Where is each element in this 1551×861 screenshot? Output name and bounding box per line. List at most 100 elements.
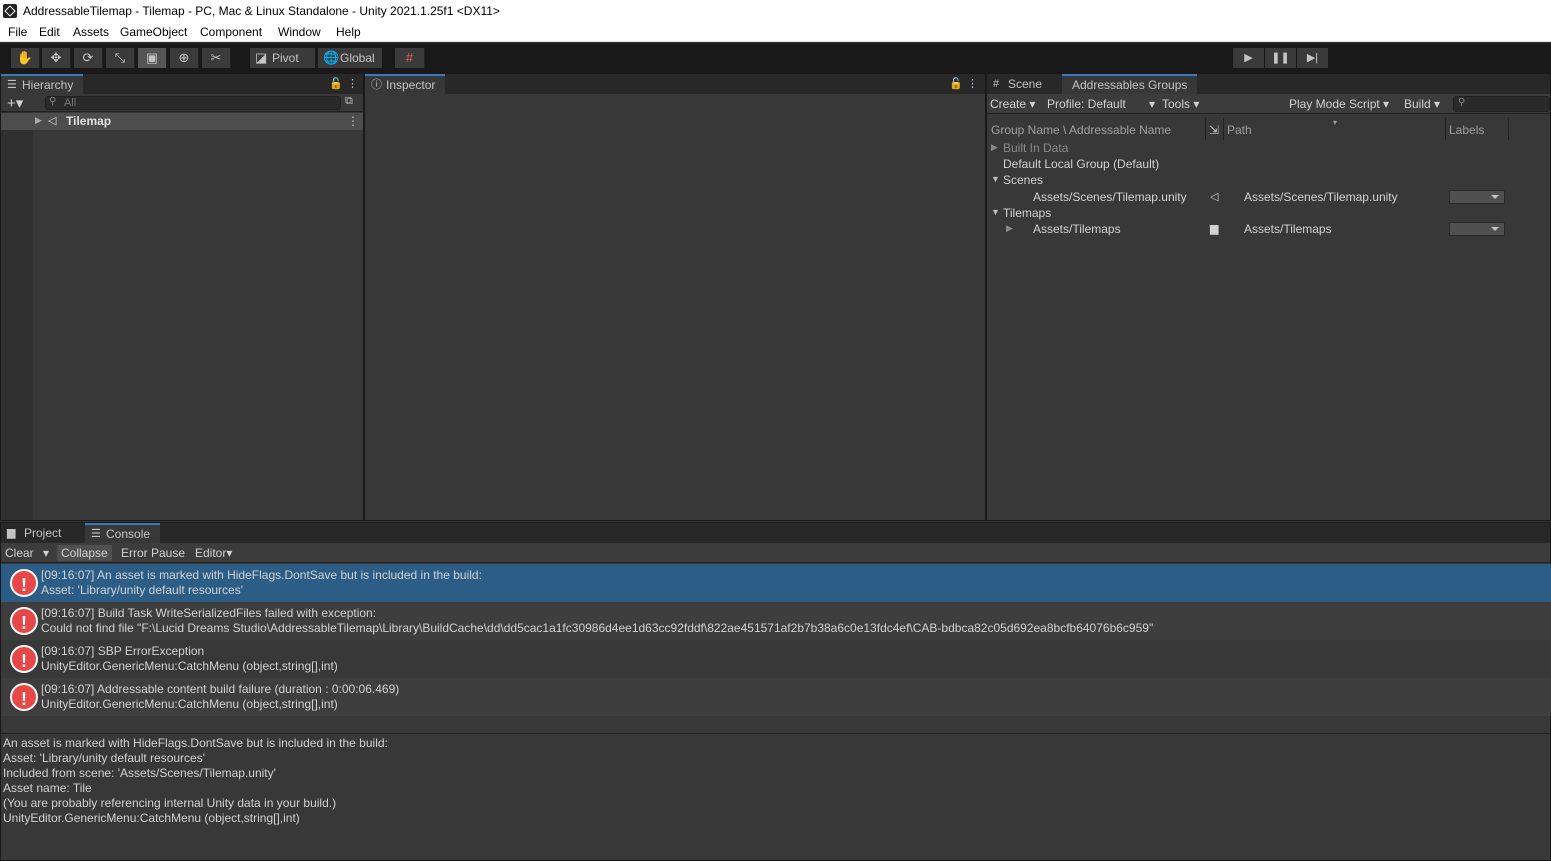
tab-inspector[interactable]: ⓘ Inspector (365, 74, 446, 94)
grid-icon: # (993, 78, 1000, 90)
grid-snap-icon[interactable]: # (395, 48, 425, 68)
tab-scene-label: Scene (1008, 77, 1043, 91)
log-line-1: [09:16:07] Addressable content build fai… (41, 682, 400, 696)
lock-icon[interactable]: 🔓 (949, 77, 963, 90)
window-title: AddressableTilemap - Tilemap - PC, Mac &… (23, 4, 500, 18)
pause-button[interactable]: ❚❚ (1265, 48, 1296, 68)
entry-row-tilemaps[interactable]: ▶ Assets/Tilemaps ▆ Assets/Tilemaps (987, 221, 1550, 238)
row-menu-icon[interactable]: ⋮ (347, 114, 359, 128)
menu-window[interactable]: Window (278, 25, 321, 39)
group-row-default-local[interactable]: Default Local Group (Default) (987, 156, 1550, 172)
log-entry[interactable]: ! [09:16:07] An asset is marked with Hid… (1, 564, 1551, 602)
menu-component[interactable]: Component (200, 25, 262, 39)
move-tool-icon[interactable]: ✥ (42, 48, 71, 68)
pivot-icon: ◪ (255, 50, 268, 65)
group-row-built-in-data[interactable]: ▶ Built In Data (987, 140, 1550, 156)
log-line-2: Asset: 'Library/unity default resources' (41, 583, 244, 597)
tools-dropdown[interactable]: Tools ▾ (1162, 96, 1199, 112)
tab-hierarchy[interactable]: ☰ Hierarchy (1, 74, 84, 94)
detail-line: Asset name: Tile (3, 781, 92, 795)
scene-icon: ◁ (1210, 191, 1219, 203)
column-path[interactable]: Path (1227, 123, 1252, 137)
tab-addressables-groups[interactable]: Addressables Groups (1062, 74, 1198, 94)
scale-tool-icon[interactable]: ⤡ (106, 48, 135, 68)
play-button[interactable]: ▶ (1233, 48, 1264, 68)
column-labels[interactable]: Labels (1449, 123, 1484, 137)
global-toggle[interactable]: 🌐 Global (318, 48, 382, 68)
rect-tool-icon[interactable]: ▣ (138, 48, 167, 68)
tab-project[interactable]: ▆ Project (1, 523, 71, 543)
profile-dropdown[interactable]: Profile: Default ▾ (1047, 96, 1155, 112)
labels-dropdown[interactable] (1449, 222, 1505, 236)
clear-options-dropdown[interactable]: ▾ (39, 545, 53, 561)
folder-icon: ▆ (1210, 223, 1219, 235)
log-entry[interactable]: ! [09:16:07] Addressable content build f… (1, 678, 1551, 716)
create-dropdown[interactable]: Create ▾ (990, 96, 1035, 112)
menu-gameobject[interactable]: GameObject (120, 25, 187, 39)
kebab-menu-icon[interactable]: ⋮ (347, 77, 358, 90)
inspector-tabstrip: ⓘ Inspector 🔓 ⋮ (365, 74, 985, 94)
transform-tool-icon[interactable]: ⊕ (170, 48, 199, 68)
pivot-toggle[interactable]: ◪ Pivot (250, 48, 315, 68)
tab-addressables-label: Addressables Groups (1072, 78, 1188, 92)
profile-label: Profile: Default (1047, 97, 1126, 111)
scene-visibility-icon[interactable]: ⧉ (345, 95, 353, 108)
title-bar: AddressableTilemap - Tilemap - PC, Mac &… (0, 0, 1551, 23)
console-icon: ☰ (91, 528, 101, 540)
collapse-toggle[interactable]: Collapse (57, 545, 112, 561)
detail-line: An asset is marked with HideFlags.DontSa… (3, 736, 388, 750)
log-line-1: [09:16:07] Build Task WriteSerializedFil… (41, 606, 377, 620)
custom-tool-icon[interactable]: ✂ (202, 48, 231, 68)
hierarchy-tabstrip: ☰ Hierarchy 🔓 ⋮ (1, 74, 363, 94)
error-icon: ! (10, 569, 38, 597)
play-mode-script-dropdown[interactable]: Play Mode Script ▾ (1289, 96, 1389, 112)
entry-path: Assets/Scenes/Tilemap.unity (1244, 190, 1398, 204)
expand-arrow-icon[interactable]: ▶ (1006, 223, 1013, 234)
entry-name: Assets/Scenes/Tilemap.unity (1033, 190, 1187, 204)
step-button[interactable]: ▶| (1297, 48, 1328, 68)
tab-hierarchy-label: Hierarchy (22, 78, 74, 92)
error-pause-toggle[interactable]: Error Pause (117, 545, 189, 561)
lock-icon[interactable]: 🔓 (329, 77, 343, 90)
entry-row-scene[interactable]: Assets/Scenes/Tilemap.unity ◁ Assets/Sce… (987, 189, 1550, 206)
log-entry[interactable]: ! [09:16:07] Build Task WriteSerializedF… (1, 602, 1551, 640)
addressables-search-input[interactable]: ⚲ (1453, 96, 1550, 112)
create-label: Create (990, 97, 1027, 111)
column-name[interactable]: Group Name \ Addressable Name (991, 123, 1171, 137)
tab-scene[interactable]: # Scene (987, 74, 1052, 94)
hand-tool-icon[interactable]: ✋ (11, 48, 40, 68)
menu-help[interactable]: Help (336, 25, 361, 39)
log-entry[interactable]: ! [09:16:07] SBP ErrorException UnityEdi… (1, 640, 1551, 678)
tab-console[interactable]: ☰ Console (85, 523, 161, 543)
add-icon[interactable]: +▾ (7, 94, 23, 112)
expand-arrow-icon[interactable]: ▼ (991, 207, 1000, 217)
clear-button[interactable]: Clear (1, 545, 38, 561)
info-icon: ⓘ (371, 79, 382, 91)
rotate-tool-icon[interactable]: ⟳ (74, 48, 103, 68)
editor-dropdown[interactable]: Editor▾ (191, 545, 236, 561)
group-row-scenes[interactable]: ▼ Scenes (987, 172, 1550, 188)
log-line-1: [09:16:07] An asset is marked with HideF… (41, 568, 482, 582)
build-dropdown[interactable]: Build ▾ (1404, 96, 1440, 112)
labels-dropdown[interactable] (1449, 190, 1505, 204)
menu-edit[interactable]: Edit (39, 25, 60, 39)
menu-file[interactable]: File (8, 25, 27, 39)
play-mode-label: Play Mode Script (1289, 97, 1380, 111)
hierarchy-search-input[interactable]: All (45, 96, 341, 110)
hierarchy-row-tilemap[interactable]: ▶ ◁ Tilemap ⋮ (1, 113, 363, 130)
search-placeholder: All (64, 97, 77, 109)
detail-line: UnityEditor.GenericMenu:CatchMenu (objec… (3, 811, 300, 825)
right-tabstrip: # Scene Addressables Groups (987, 74, 1550, 94)
inspector-panel: ⓘ Inspector 🔓 ⋮ (364, 73, 986, 521)
folder-icon: ▆ (7, 527, 16, 539)
expand-arrow-icon[interactable]: ▶ (991, 142, 998, 153)
hierarchy-toolbar: +▾ All ⚲ ⧉ (1, 94, 363, 112)
main-toolbar: ✋ ✥ ⟳ ⤡ ▣ ⊕ ✂ ◪ Pivot 🌐 Global # ▶ ❚❚ ▶| (0, 43, 1551, 73)
group-row-tilemaps[interactable]: ▼ Tilemaps (987, 205, 1550, 221)
menu-assets[interactable]: Assets (73, 25, 109, 39)
expand-arrow-icon[interactable]: ▼ (991, 174, 1000, 184)
log-line-2: UnityEditor.GenericMenu:CatchMenu (objec… (41, 659, 338, 673)
kebab-menu-icon[interactable]: ⋮ (967, 77, 978, 90)
expand-arrow-icon[interactable]: ▶ (35, 115, 42, 126)
global-label: Global (340, 51, 375, 65)
